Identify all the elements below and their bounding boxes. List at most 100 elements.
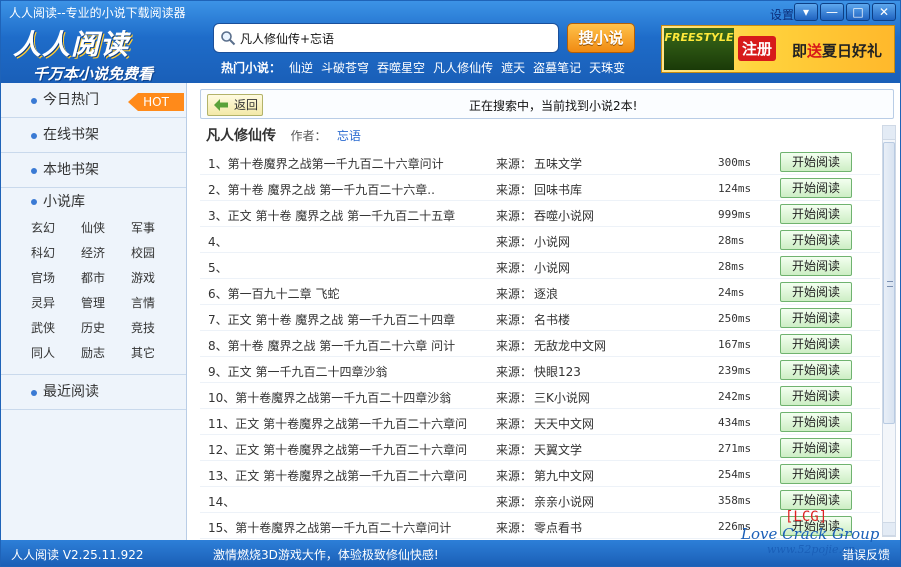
arrow-left-icon: [214, 99, 228, 111]
bullet-icon: [31, 133, 37, 139]
app-logo: 人人阅读 千万本小说免费看: [13, 23, 153, 84]
latency-text: 226ms: [718, 520, 752, 533]
chapter-title: 14、: [208, 495, 236, 509]
search-input[interactable]: [240, 28, 550, 48]
feedback-link[interactable]: 错误反馈: [842, 546, 890, 563]
sidebar-item-online-shelf[interactable]: 在线书架: [1, 118, 186, 153]
bullet-icon: [31, 390, 37, 396]
category-link[interactable]: 其它: [131, 341, 181, 366]
start-reading-button[interactable]: 开始阅读: [780, 256, 852, 276]
source-name: 回味书库: [534, 183, 583, 197]
latency-text: 239ms: [718, 364, 752, 377]
category-link[interactable]: 游戏: [131, 266, 181, 291]
hot-novel-link[interactable]: 仙逆: [289, 59, 313, 76]
table-row: 10、第十卷魔界之战第一千九百二十四章沙翁 来源： 三K小说网 242ms 开始阅读: [200, 383, 880, 409]
start-reading-button[interactable]: 开始阅读: [780, 204, 852, 224]
scroll-thumb[interactable]: [883, 142, 895, 424]
table-row: 1、第十卷魔界之战第一千九百二十六章问计 来源： 五味文学 300ms 开始阅读: [200, 149, 880, 175]
category-link[interactable]: 经济: [81, 241, 131, 266]
source-label: 来源：: [496, 391, 533, 405]
source-name: 吞噬小说网: [534, 209, 595, 223]
start-reading-button[interactable]: 开始阅读: [780, 438, 852, 458]
start-reading-button[interactable]: 开始阅读: [780, 516, 852, 536]
source-label: 来源：: [496, 209, 533, 223]
hot-novel-link[interactable]: 凡人修仙传: [433, 59, 493, 76]
source-name: 五味文学: [534, 157, 583, 171]
latency-text: 167ms: [718, 338, 752, 351]
hot-novel-link[interactable]: 斗破苍穹: [321, 59, 369, 76]
category-link[interactable]: 仙侠: [81, 216, 131, 241]
category-link[interactable]: 灵异: [31, 291, 81, 316]
latency-text: 358ms: [718, 494, 752, 507]
minimize-button[interactable]: —: [820, 3, 844, 21]
source-label: 来源：: [496, 339, 533, 353]
sidebar-item-recent[interactable]: 最近阅读: [1, 375, 186, 410]
search-icon: [221, 31, 236, 46]
start-reading-button[interactable]: 开始阅读: [780, 386, 852, 406]
category-link[interactable]: 都市: [81, 266, 131, 291]
chapter-title: 8、第十卷 魔界之战 第一千九百二十六章 问计: [208, 339, 456, 353]
sidebar-item-library[interactable]: 小说库: [1, 188, 186, 216]
category-link[interactable]: 玄幻: [31, 216, 81, 241]
sidebar: 今日热门 HOT 在线书架 本地书架 小说库 玄幻 仙侠 军事科幻 经济 校园官场 都市游…: [1, 83, 187, 540]
scroll-up-arrow[interactable]: [883, 126, 895, 140]
table-row: 6、第一百九十二章 飞蛇 来源： 逐浪 24ms 开始阅读: [200, 279, 880, 305]
category-link[interactable]: 历史: [81, 316, 131, 341]
category-link[interactable]: 言情: [131, 291, 181, 316]
hot-novel-link[interactable]: 天珠变: [589, 59, 625, 76]
start-reading-button[interactable]: 开始阅读: [780, 412, 852, 432]
close-button[interactable]: ✕: [872, 3, 896, 21]
sidebar-item-today-hot[interactable]: 今日热门 HOT: [1, 83, 186, 118]
latency-text: 254ms: [718, 468, 752, 481]
category-link[interactable]: 竞技: [131, 316, 181, 341]
maximize-button[interactable]: □: [846, 3, 870, 21]
table-row: 7、正文 第十卷 魔界之战 第一千九百二十四章 来源： 名书楼 250ms 开始阅读: [200, 305, 880, 331]
start-reading-button[interactable]: 开始阅读: [780, 334, 852, 354]
table-row: 11、正文 第十卷魔界之战第一千九百二十六章问 来源： 天天中文网 434ms 开始阅读: [200, 409, 880, 435]
chapter-title: 2、第十卷 魔界之战 第一千九百二十六章..: [208, 183, 435, 197]
start-reading-button[interactable]: 开始阅读: [780, 464, 852, 484]
category-link[interactable]: 军事: [131, 216, 181, 241]
category-link[interactable]: 励志: [81, 341, 131, 366]
start-reading-button[interactable]: 开始阅读: [780, 282, 852, 302]
source-label: 来源：: [496, 183, 533, 197]
novel-library-section: 小说库 玄幻 仙侠 军事科幻 经济 校园官场 都市 游戏灵异 管理 言情武侠 历史 竞技同人 励志 其它: [1, 188, 186, 375]
start-reading-button[interactable]: 开始阅读: [780, 360, 852, 380]
vertical-scrollbar[interactable]: [882, 125, 896, 537]
start-reading-button[interactable]: 开始阅读: [780, 178, 852, 198]
source-name: 亲亲小说网: [534, 495, 595, 509]
author-name[interactable]: 忘语: [337, 129, 361, 143]
hot-novel-link[interactable]: 吞噬星空: [377, 59, 425, 76]
source-label: 来源：: [496, 521, 533, 535]
promo-link[interactable]: 激情燃烧3D游戏大作，体验极致修仙快感!: [213, 546, 439, 563]
start-reading-button[interactable]: 开始阅读: [780, 308, 852, 328]
source-name: 小说网: [534, 261, 571, 275]
category-link[interactable]: 校园: [131, 241, 181, 266]
latency-text: 271ms: [718, 442, 752, 455]
sidebar-item-local-shelf[interactable]: 本地书架: [1, 153, 186, 188]
search-button[interactable]: 搜小说: [567, 23, 635, 53]
window-title: 人人阅读--专业的小说下载阅读器: [9, 6, 186, 20]
back-button[interactable]: 返回: [207, 94, 263, 116]
category-link[interactable]: 武侠: [31, 316, 81, 341]
category-link[interactable]: 官场: [31, 266, 81, 291]
category-link[interactable]: 管理: [81, 291, 131, 316]
settings-link[interactable]: 设置: [770, 6, 794, 23]
start-reading-button[interactable]: 开始阅读: [780, 152, 852, 172]
status-bar: 人人阅读 V2.25.11.922 激情燃烧3D游戏大作，体验极致修仙快感! 错…: [1, 540, 900, 566]
category-link[interactable]: 科幻: [31, 241, 81, 266]
source-label: 来源：: [496, 157, 533, 171]
scroll-down-arrow[interactable]: [883, 522, 895, 536]
source-label: 来源：: [496, 235, 533, 249]
category-link[interactable]: 同人: [31, 341, 81, 366]
hot-novel-link[interactable]: 遮天: [501, 59, 525, 76]
start-reading-button[interactable]: 开始阅读: [780, 230, 852, 250]
start-reading-button[interactable]: 开始阅读: [780, 490, 852, 510]
latency-text: 124ms: [718, 182, 752, 195]
table-row: 3、正文 第十卷 魔界之战 第一千九百二十五章 来源： 吞噬小说网 999ms 开始阅读: [200, 201, 880, 227]
ad-banner[interactable]: FREESTYLE 注册 即送夏日好礼: [661, 25, 895, 73]
hot-novel-link[interactable]: 盗墓笔记: [533, 59, 581, 76]
chapter-title: 11、正文 第十卷魔界之战第一千九百二十六章问: [208, 417, 468, 431]
menu-dropdown-button[interactable]: ▾: [794, 3, 818, 21]
table-row: 5、 来源： 小说网 28ms 开始阅读: [200, 253, 880, 279]
